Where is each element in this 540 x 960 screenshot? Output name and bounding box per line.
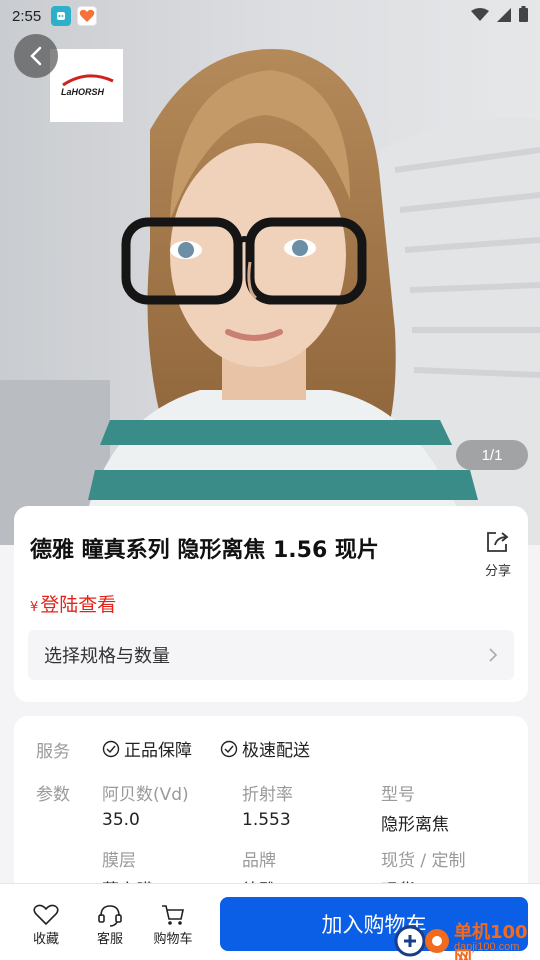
product-title: 德雅 瞳真系列 隐形离焦 1.56 现片 xyxy=(30,538,379,563)
watermark-logo-icon xyxy=(394,925,449,957)
headset-icon xyxy=(98,905,122,927)
param-name: 现货 / 定制 xyxy=(381,851,466,871)
service-label: 服务 xyxy=(36,742,70,762)
price[interactable]: ¥ 登陆查看 xyxy=(30,590,116,617)
param-name: 膜层 xyxy=(102,851,136,871)
customer-service-label: 客服 xyxy=(96,932,123,947)
service-fast-delivery: 极速配送 xyxy=(220,736,310,761)
param-value: 1.553 xyxy=(242,810,291,830)
check-circle-icon xyxy=(220,740,238,757)
price-login-text[interactable]: 登陆查看 xyxy=(40,594,116,616)
share-button[interactable]: 分享 xyxy=(482,530,514,579)
brand-swoosh-icon: LaHORSH xyxy=(61,73,114,97)
battery-icon xyxy=(519,6,528,26)
param-value: 隐形离焦 xyxy=(381,815,449,835)
status-bar: 2:55 xyxy=(0,0,540,32)
site-watermark: 单机100网 danji100.com xyxy=(392,914,540,960)
app-notification-icon xyxy=(51,6,72,26)
watermark-text: 单机100网 xyxy=(454,922,528,960)
wifi-icon xyxy=(471,7,489,26)
customer-service-button[interactable]: 客服 xyxy=(86,902,134,947)
signal-icon xyxy=(497,7,511,26)
heart-notification-icon xyxy=(77,6,98,26)
product-info-card: 德雅 瞳真系列 隐形离焦 1.56 现片 分享 ¥ 登陆查看 选择规格与数量 xyxy=(14,506,528,702)
shopping-cart-icon xyxy=(162,905,184,925)
price-currency: ¥ xyxy=(30,600,39,615)
heart-icon xyxy=(33,904,59,926)
cart-button[interactable]: 购物车 xyxy=(149,902,197,947)
param-name: 品牌 xyxy=(242,851,276,871)
chevron-left-icon xyxy=(30,46,42,66)
brand-logo: LaHORSH xyxy=(50,49,123,122)
share-label: 分享 xyxy=(484,564,511,579)
param-name: 型号 xyxy=(381,785,415,805)
check-circle-icon xyxy=(102,740,120,757)
status-time: 2:55 xyxy=(12,7,42,25)
chevron-right-icon xyxy=(489,648,498,662)
param-name: 阿贝数(Vd) xyxy=(102,785,189,805)
service-genuine: 正品保障 xyxy=(102,736,192,761)
favorite-label: 收藏 xyxy=(32,932,59,947)
share-icon xyxy=(487,532,509,552)
params-label: 参数 xyxy=(36,785,70,805)
image-counter: 1/1 xyxy=(456,440,528,470)
service-text: 极速配送 xyxy=(242,741,310,761)
back-button[interactable] xyxy=(14,34,58,78)
brand-logo-text: LaHORSH xyxy=(61,87,105,97)
spec-quantity-selector[interactable]: 选择规格与数量 xyxy=(28,630,514,680)
param-name: 折射率 xyxy=(242,785,293,805)
service-text: 正品保障 xyxy=(124,741,192,761)
watermark-url: danji100.com xyxy=(454,941,520,953)
spec-selector-label: 选择规格与数量 xyxy=(44,646,170,667)
favorite-button[interactable]: 收藏 xyxy=(22,902,70,947)
param-value: 35.0 xyxy=(102,810,140,830)
cart-label: 购物车 xyxy=(153,932,193,947)
